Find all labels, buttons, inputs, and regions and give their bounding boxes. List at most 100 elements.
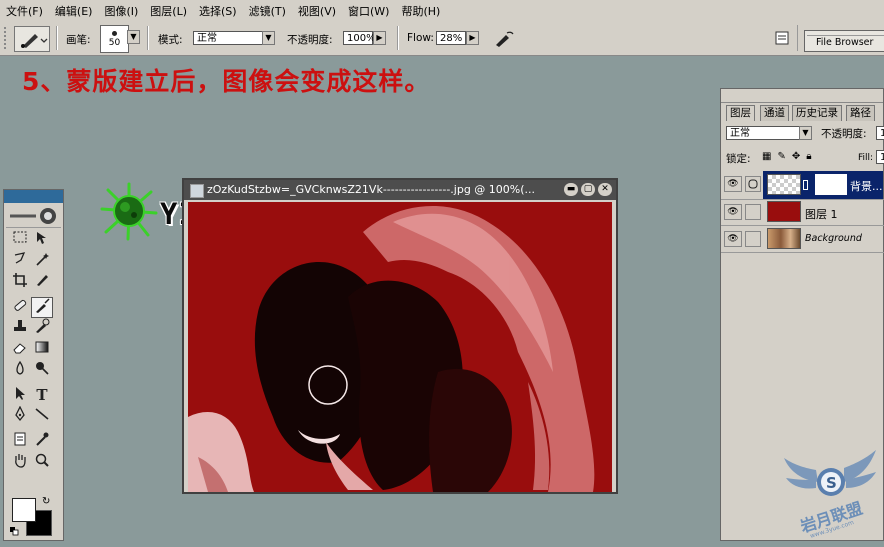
separator xyxy=(147,26,149,50)
swap-colors-icon[interactable]: ↻ xyxy=(42,496,50,507)
layer-name: 图层 1 xyxy=(805,208,838,221)
brush-tip-icon xyxy=(112,31,117,36)
blend-mode-select[interactable]: 正常 xyxy=(726,126,804,140)
flow-input[interactable]: 28% xyxy=(436,31,466,45)
layers-panel-title-bar[interactable] xyxy=(721,89,883,103)
document-icon xyxy=(190,184,204,198)
dodge-tool-icon[interactable] xyxy=(31,360,53,381)
layer-row[interactable]: 👁︎ 背景... xyxy=(721,171,884,200)
layer-row[interactable]: 👁︎ 图层 1 xyxy=(721,199,884,226)
visibility-eye-icon[interactable]: 👁︎ xyxy=(724,231,742,247)
notes-tool-icon[interactable] xyxy=(9,431,31,452)
green-splat-logo xyxy=(98,180,160,242)
mode-select[interactable]: 正常 xyxy=(193,31,263,45)
brush-icon xyxy=(21,34,48,48)
menu-file[interactable]: 文件(F) xyxy=(0,0,49,22)
marquee-tool-icon[interactable] xyxy=(9,230,31,251)
fill-input[interactable]: 10 xyxy=(876,150,884,164)
layer-link-box[interactable] xyxy=(745,231,761,247)
mode-label: 模式: xyxy=(158,34,183,46)
toolbox-panel: T ↻ xyxy=(3,189,64,541)
lock-position-icon[interactable]: ✥ xyxy=(792,151,800,165)
path-selection-icon[interactable] xyxy=(9,385,31,406)
layer-row[interactable]: 👁︎ Background xyxy=(721,226,884,253)
flow-label: Flow: xyxy=(407,32,434,44)
type-tool-icon[interactable]: T xyxy=(31,385,53,406)
brush-size-value: 50 xyxy=(108,38,121,48)
slice-tool-icon[interactable] xyxy=(31,272,53,293)
blur-tool-icon[interactable] xyxy=(9,360,31,381)
magic-wand-icon[interactable] xyxy=(31,251,53,272)
layer-opacity-input[interactable]: 10 xyxy=(876,126,884,140)
tab-channels[interactable]: 通道 xyxy=(760,105,789,121)
brush-tool-icon[interactable] xyxy=(31,297,53,318)
tab-layers[interactable]: 图层 xyxy=(726,105,755,121)
menu-select[interactable]: 选择(S) xyxy=(193,0,243,22)
brush-size-picker[interactable]: 50 xyxy=(100,25,129,53)
mode-dropdown-button[interactable]: ▼ xyxy=(262,31,275,45)
maximize-button[interactable]: ▢ xyxy=(581,183,595,196)
fill-label: Fill: xyxy=(858,153,874,163)
mask-chain-icon xyxy=(803,180,808,190)
airbrush-icon xyxy=(496,31,514,47)
opacity-slider-button[interactable]: ▶ xyxy=(373,31,386,45)
gradient-tool-icon[interactable] xyxy=(31,339,53,360)
image-canvas[interactable] xyxy=(188,202,612,492)
line-tool-icon[interactable] xyxy=(31,406,53,427)
layer-link-box[interactable] xyxy=(745,204,761,220)
separator xyxy=(797,25,798,51)
menu-image[interactable]: 图像(I) xyxy=(98,0,144,22)
clone-stamp-icon[interactable] xyxy=(9,318,31,339)
flow-slider-button[interactable]: ▶ xyxy=(466,31,479,45)
virus-icon xyxy=(100,182,158,241)
document-icon xyxy=(775,31,789,45)
menu-filter[interactable]: 滤镜(T) xyxy=(243,0,292,22)
document-title-bar[interactable]: zOzKudStzbw=_GVCknwsZ21Vk---------------… xyxy=(184,180,616,200)
airbrush-toggle[interactable] xyxy=(493,28,515,48)
toolbox-title-bar[interactable] xyxy=(4,190,63,203)
close-button[interactable]: ✕ xyxy=(598,183,612,196)
tutorial-caption: 5、蒙版建立后，图像会变成这样。 xyxy=(22,67,431,96)
eraser-tool-icon[interactable] xyxy=(9,339,31,360)
menu-layer[interactable]: 图层(L) xyxy=(144,0,193,22)
blend-mode-dropdown-button[interactable]: ▼ xyxy=(799,126,812,140)
layer-thumbnail xyxy=(767,174,801,195)
minimize-button[interactable]: ▬ xyxy=(564,183,578,196)
zoom-tool-icon[interactable] xyxy=(31,452,53,473)
visibility-eye-icon[interactable]: 👁︎ xyxy=(724,176,742,192)
tool-preset-picker[interactable] xyxy=(14,26,50,52)
separator xyxy=(397,26,399,50)
layer-name: 背景... xyxy=(850,180,883,193)
default-colors-icon[interactable] xyxy=(10,526,19,536)
file-browser-tab[interactable]: File Browser xyxy=(804,30,884,52)
move-tool-icon[interactable] xyxy=(31,230,53,251)
menu-help[interactable]: 帮助(H) xyxy=(395,0,446,22)
document-title: zOzKudStzbw=_GVCknwsZ21Vk---------------… xyxy=(207,183,536,196)
crop-tool-icon[interactable] xyxy=(9,272,31,293)
eyedropper-icon[interactable] xyxy=(31,431,53,452)
toolbox-header-logo[interactable] xyxy=(6,205,61,228)
file-browser-label: File Browser xyxy=(816,37,874,48)
lock-all-icon[interactable]: 🔒︎ xyxy=(806,151,811,165)
opacity-input[interactable]: 100% xyxy=(343,31,376,45)
lock-pixels-icon[interactable]: ✎ xyxy=(777,151,785,165)
foreground-color-swatch[interactable] xyxy=(12,498,36,522)
document-window: zOzKudStzbw=_GVCknwsZ21Vk---------------… xyxy=(182,178,618,494)
layer-mask-link-icon[interactable] xyxy=(745,176,761,192)
site-watermark: S 岩月联盟 www.3yue.com xyxy=(782,444,880,541)
menu-edit[interactable]: 编辑(E) xyxy=(49,0,99,22)
menu-window[interactable]: 窗口(W) xyxy=(342,0,395,22)
brush-dropdown-button[interactable]: ▼ xyxy=(127,30,140,44)
opacity-label: 不透明度: xyxy=(287,34,333,46)
tab-paths[interactable]: 路径 xyxy=(846,105,875,121)
pen-tool-icon[interactable] xyxy=(9,405,31,427)
hand-tool-icon[interactable] xyxy=(9,452,31,473)
history-brush-icon[interactable] xyxy=(31,318,53,339)
menu-view[interactable]: 视图(V) xyxy=(292,0,342,22)
healing-brush-icon[interactable] xyxy=(9,297,31,318)
lock-transparency-icon[interactable]: ▦ xyxy=(762,151,771,165)
lasso-tool-icon[interactable] xyxy=(9,251,31,272)
tab-history[interactable]: 历史记录 xyxy=(792,105,842,121)
visibility-eye-icon[interactable]: 👁︎ xyxy=(724,204,742,220)
palette-well-button[interactable] xyxy=(773,30,791,46)
